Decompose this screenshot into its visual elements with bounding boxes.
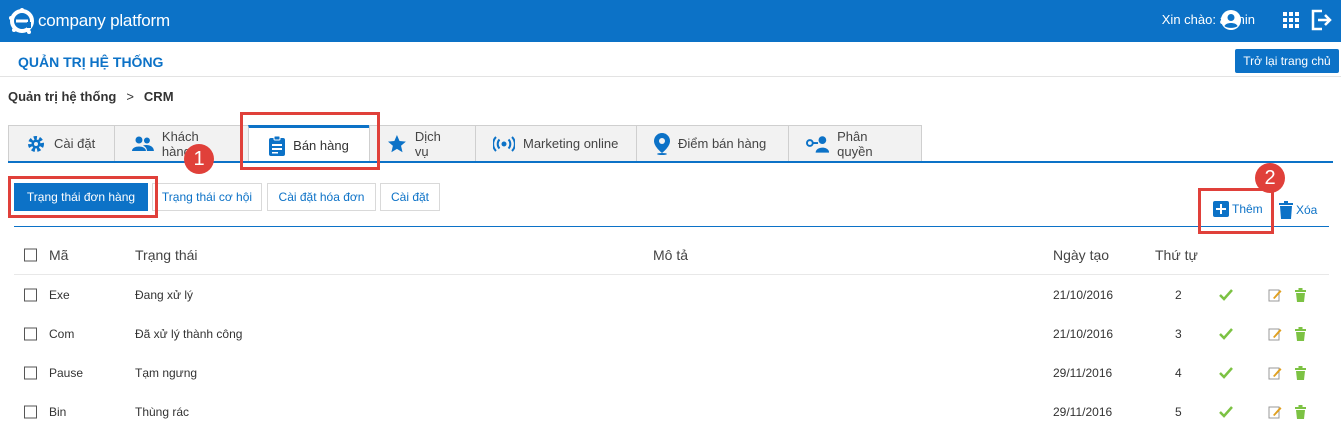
- table-row: Pause Tạm ngưng 29/11/2016 4: [14, 353, 1329, 392]
- tab-label: Điểm bán hàng: [678, 136, 767, 151]
- breadcrumb-item-crm: CRM: [143, 89, 174, 104]
- gear-icon: [28, 135, 44, 152]
- row-created-date: 29/11/2016: [1053, 365, 1113, 380]
- table-row: Bin Thùng rác 29/11/2016 5: [14, 392, 1329, 431]
- logo[interactable]: company platform: [8, 6, 170, 36]
- tab-permissions[interactable]: Phân quyền: [788, 125, 922, 162]
- active-check-icon: [1219, 366, 1233, 379]
- row-code: Com: [49, 326, 75, 341]
- tab-service[interactable]: Dịch vụ: [369, 125, 475, 162]
- page-title: QUẢN TRỊ HỆ THỐNG: [18, 54, 164, 70]
- logo-icon: [9, 8, 34, 34]
- tab-settings[interactable]: Cài đặt: [8, 125, 114, 162]
- row-checkbox[interactable]: [24, 366, 37, 379]
- callout-sales-tab: [240, 112, 380, 170]
- row-status: Đã xử lý thành công: [135, 326, 243, 341]
- row-order: 2: [1175, 287, 1182, 302]
- tab-label: Dịch vụ: [414, 128, 441, 159]
- header-description: Mô tả: [653, 246, 689, 263]
- tab-label: Cài đặt: [54, 136, 96, 151]
- broadcast-icon: [493, 135, 515, 152]
- row-checkbox[interactable]: [24, 288, 37, 301]
- callout-add-button: [1198, 188, 1274, 234]
- delete-row-icon[interactable]: [1295, 365, 1306, 380]
- delete-row-icon[interactable]: [1295, 404, 1306, 419]
- callout-badge-1: 1: [184, 144, 214, 174]
- row-checkbox[interactable]: [24, 327, 37, 340]
- main-tabs: Cài đặt Khách hàng Bán hàng Dịch vụ Mark…: [8, 125, 922, 163]
- edit-icon[interactable]: [1268, 327, 1282, 341]
- row-created-date: 21/10/2016: [1053, 326, 1114, 341]
- header-code: Mã: [49, 246, 69, 263]
- user-key-icon: [806, 135, 830, 153]
- select-all-checkbox[interactable]: [24, 248, 37, 261]
- tab-marketing-online[interactable]: Marketing online: [475, 125, 636, 162]
- back-home-button[interactable]: Trở lại trang chủ: [1235, 49, 1339, 73]
- header-order: Thứ tự: [1155, 246, 1198, 263]
- row-status: Đang xử lý: [135, 287, 194, 302]
- breadcrumb: Quản trị hệ thống > CRM: [8, 89, 174, 104]
- breadcrumb-separator: >: [126, 89, 134, 104]
- tab-label: Phân quyền: [837, 128, 873, 159]
- row-created-date: 21/10/2016: [1053, 287, 1114, 302]
- delete-label: Xóa: [1296, 203, 1318, 217]
- user-icon[interactable]: [1221, 10, 1241, 30]
- logo-text: company platform: [38, 11, 170, 30]
- row-checkbox[interactable]: [24, 405, 37, 418]
- subtab-settings[interactable]: Cài đặt: [380, 183, 440, 211]
- top-bar: company platform Xin chào: admin: [0, 0, 1341, 42]
- breadcrumb-item-admin[interactable]: Quản trị hệ thống: [8, 89, 116, 104]
- row-status: Thùng rác: [135, 404, 190, 419]
- table-row: Com Đã xử lý thành công 21/10/2016 3: [14, 314, 1329, 353]
- delete-row-icon[interactable]: [1295, 326, 1306, 341]
- toolbar-underline: [14, 226, 1329, 227]
- edit-icon[interactable]: [1268, 405, 1282, 419]
- page-header: QUẢN TRỊ HỆ THỐNG Trở lại trang chủ: [0, 42, 1341, 77]
- active-check-icon: [1219, 288, 1233, 301]
- tab-label: Marketing online: [523, 136, 619, 151]
- row-order: 4: [1175, 365, 1182, 380]
- row-status: Tạm ngưng: [135, 365, 198, 380]
- row-code: Pause: [49, 365, 84, 380]
- row-code: Exe: [49, 287, 70, 302]
- header-status: Trạng thái: [135, 246, 198, 263]
- edit-icon[interactable]: [1268, 288, 1282, 302]
- active-check-icon: [1219, 327, 1233, 340]
- callout-order-status: [8, 176, 158, 218]
- table-header: Mã Trạng thái Mô tả Ngày tạo Thứ tự: [14, 235, 1329, 275]
- star-icon: [387, 134, 406, 152]
- row-order: 5: [1175, 404, 1182, 419]
- apps-icon[interactable]: [1283, 12, 1299, 28]
- tab-customers[interactable]: Khách hàng: [114, 125, 248, 162]
- tab-points-of-sale[interactable]: Điểm bán hàng: [636, 125, 788, 162]
- row-code: Bin: [49, 404, 67, 419]
- trash-icon: [1279, 201, 1293, 219]
- table-row: Exe Đang xử lý 21/10/2016 2: [14, 275, 1329, 314]
- map-pin-icon: [654, 132, 670, 155]
- row-created-date: 29/11/2016: [1053, 404, 1113, 419]
- row-order: 3: [1175, 326, 1182, 341]
- subtab-opportunity-status[interactable]: Trạng thái cơ hội: [152, 183, 262, 211]
- delete-row-icon[interactable]: [1295, 287, 1306, 302]
- header-created-date: Ngày tạo: [1053, 246, 1110, 263]
- subtab-invoice-settings[interactable]: Cài đặt hóa đơn: [267, 183, 376, 211]
- active-check-icon: [1219, 405, 1233, 418]
- callout-badge-2: 2: [1255, 163, 1285, 193]
- greeting-text: Xin chào: admin: [1161, 12, 1255, 27]
- users-icon: [132, 136, 154, 151]
- delete-button[interactable]: Xóa: [1279, 201, 1317, 219]
- logout-icon[interactable]: [1310, 9, 1332, 31]
- edit-icon[interactable]: [1268, 366, 1282, 380]
